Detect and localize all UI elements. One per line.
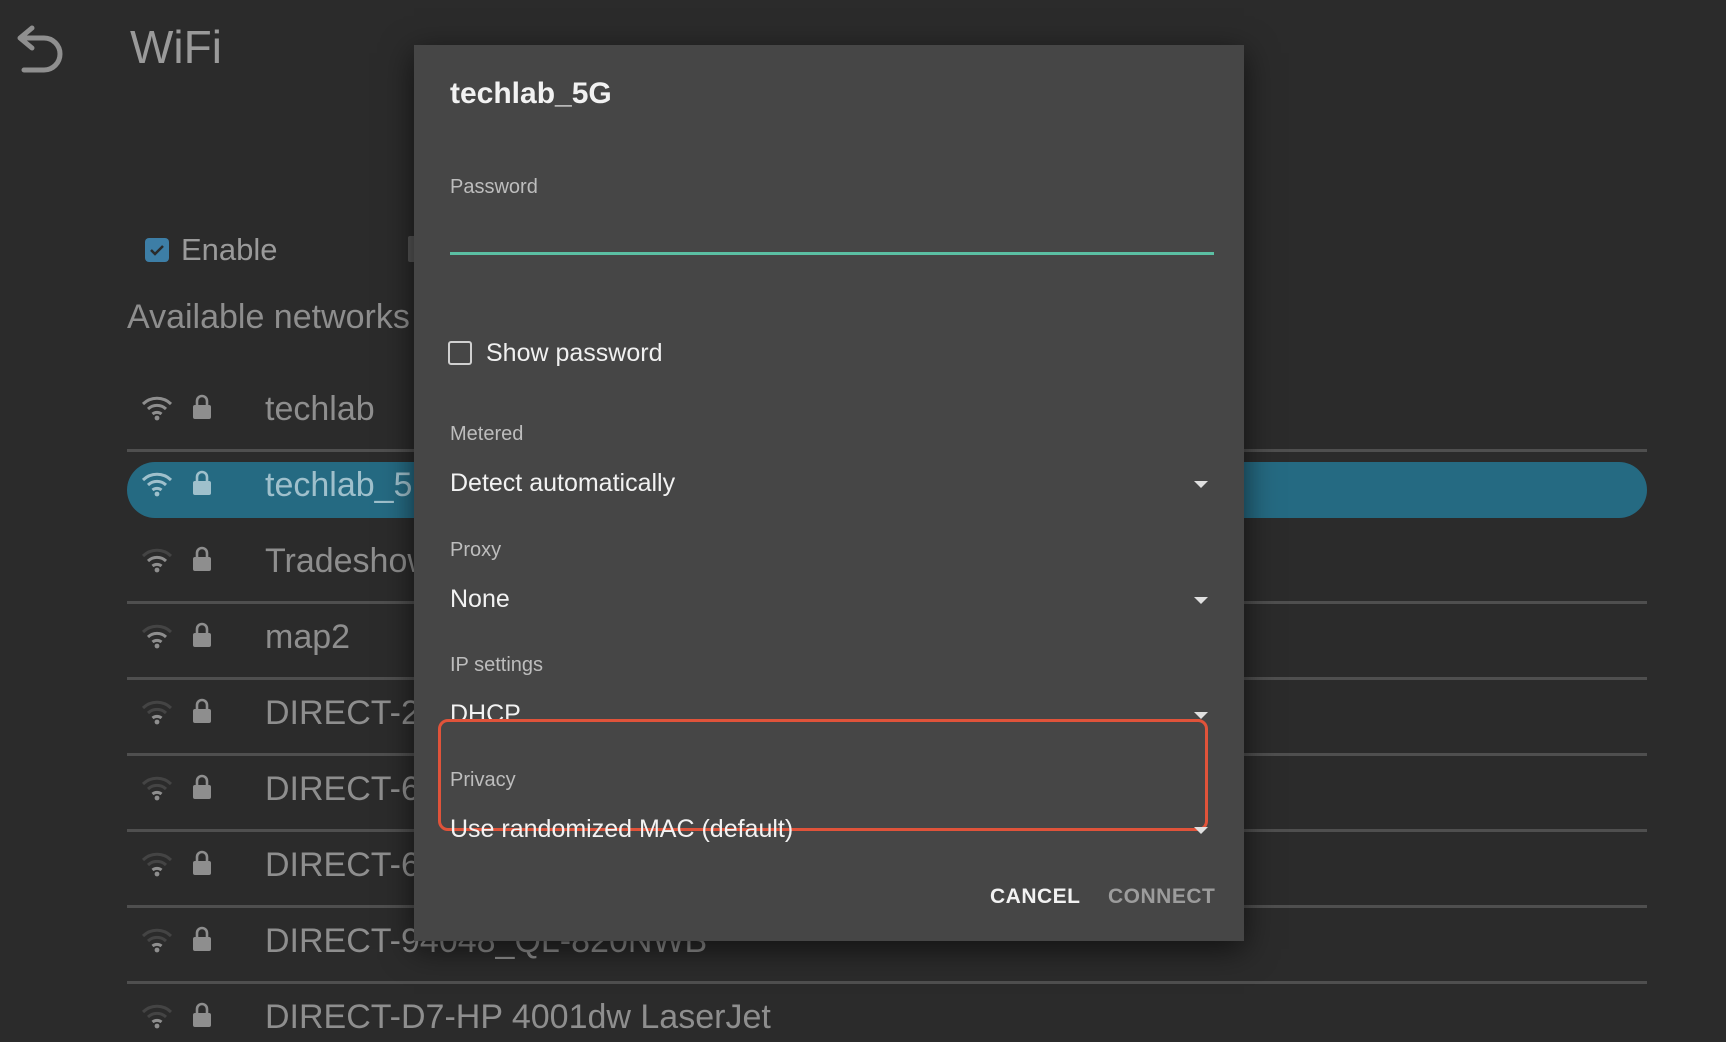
caret-down-icon [1194, 712, 1208, 719]
caret-down-icon [1194, 597, 1208, 604]
privacy-value: Use randomized MAC (default) [450, 815, 794, 843]
back-button[interactable] [10, 22, 72, 78]
wifi-signal-icon [141, 396, 173, 421]
wifi-signal-icon [141, 776, 173, 801]
dialog-title: techlab_5G [450, 77, 612, 110]
proxy-label: Proxy [450, 539, 502, 561]
network-ssid: DIRECT-6 [265, 846, 420, 884]
lock-icon [193, 394, 211, 419]
network-ssid: DIRECT-2 [265, 694, 420, 732]
show-password-label: Show password [486, 338, 663, 367]
wifi-signal-icon [141, 852, 173, 877]
network-ssid: techlab [265, 390, 375, 428]
ip-settings-label: IP settings [450, 654, 544, 676]
back-arrow-icon [17, 25, 63, 73]
enable-label: Enable [181, 232, 278, 267]
privacy-label: Privacy [450, 769, 516, 791]
network-row[interactable]: DIRECT-D7-HP 4001dw LaserJet [127, 984, 1647, 1042]
wifi-signal-icon [141, 548, 173, 573]
lock-icon [193, 850, 211, 875]
page-title: WiFi [130, 21, 222, 73]
wifi-signal-icon [141, 700, 173, 725]
connect-button[interactable]: CONNECT [1108, 885, 1215, 909]
wifi-signal-icon [141, 1004, 173, 1029]
section-title: Available networks [127, 298, 410, 336]
network-ssid: map2 [265, 618, 351, 656]
wifi-signal-icon [141, 928, 173, 953]
checkbox-icon [448, 341, 472, 365]
metered-label: Metered [450, 423, 524, 445]
checkbox-icon [145, 238, 169, 262]
caret-down-icon [1194, 481, 1208, 488]
proxy-dropdown[interactable]: None [450, 577, 1214, 627]
metered-value: Detect automatically [450, 469, 676, 497]
wifi-signal-icon [141, 624, 173, 649]
cancel-button[interactable]: CANCEL [990, 885, 1081, 909]
lock-icon [193, 1002, 211, 1027]
lock-icon [193, 622, 211, 647]
lock-icon [193, 698, 211, 723]
lock-icon [193, 546, 211, 571]
lock-icon [193, 774, 211, 799]
network-ssid: techlab_5G [265, 466, 439, 504]
network-ssid: DIRECT-6 [265, 770, 420, 808]
wifi-signal-icon [141, 472, 173, 497]
wifi-connect-dialog: techlab_5G Password Show password Metere… [414, 45, 1244, 941]
caret-down-icon [1194, 827, 1208, 834]
lock-icon [193, 926, 211, 951]
privacy-dropdown[interactable]: Use randomized MAC (default) [450, 807, 1214, 857]
network-ssid: Tradeshow [265, 542, 432, 580]
metered-dropdown[interactable]: Detect automatically [450, 461, 1214, 511]
lock-icon [193, 470, 211, 495]
wifi-settings-screen: WiFi Enable Available networks techlab te… [0, 0, 1726, 1042]
show-password-checkbox[interactable]: Show password [448, 337, 662, 369]
password-input[interactable] [450, 195, 1214, 255]
enable-toggle[interactable]: Enable [145, 232, 278, 268]
network-ssid: DIRECT-D7-HP 4001dw LaserJet [265, 998, 771, 1036]
proxy-value: None [450, 585, 510, 613]
